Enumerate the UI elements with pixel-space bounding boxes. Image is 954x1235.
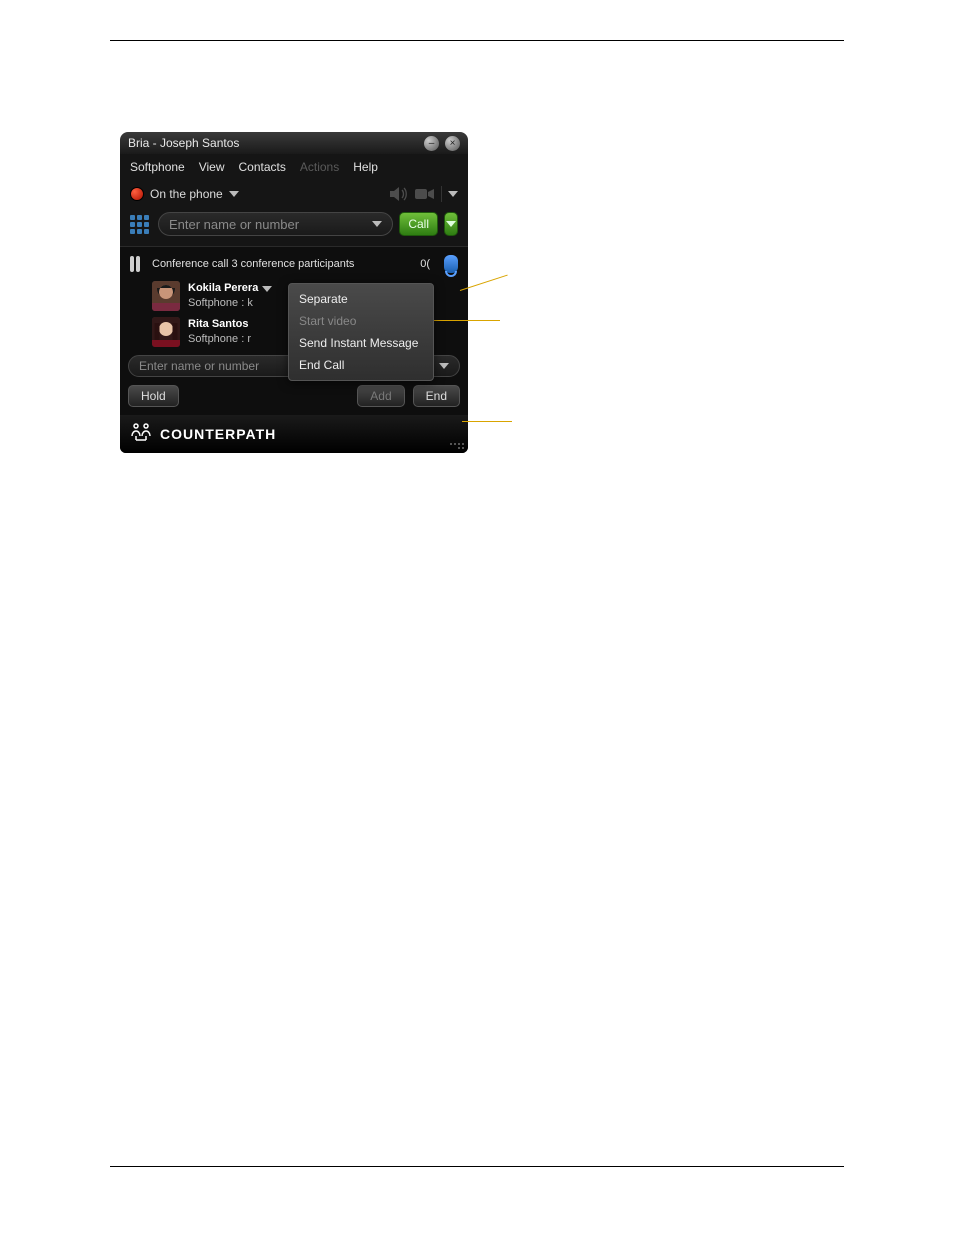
- participant-name: Rita Santos: [188, 317, 249, 332]
- callout-line: [430, 320, 500, 321]
- page-rule-bottom: [110, 1166, 844, 1167]
- add-input-placeholder: Enter name or number: [139, 359, 259, 373]
- resize-grip-icon[interactable]: [450, 435, 464, 449]
- status-row: On the phone: [120, 180, 468, 212]
- avatar: [152, 317, 180, 347]
- participant-menu-icon[interactable]: [262, 286, 272, 292]
- microphone-icon[interactable]: [444, 255, 458, 273]
- presence-text: On the phone: [150, 187, 223, 201]
- call-button[interactable]: Call: [399, 212, 438, 236]
- menubar: Softphone View Contacts Actions Help: [120, 154, 468, 180]
- menu-contacts[interactable]: Contacts: [239, 160, 286, 174]
- menu-item-send-im[interactable]: Send Instant Message: [289, 332, 433, 354]
- close-button[interactable]: ×: [445, 136, 460, 151]
- menu-item-end-call[interactable]: End Call: [289, 354, 433, 376]
- end-label: End: [426, 389, 447, 403]
- brand-icon: [130, 422, 152, 447]
- video-icon[interactable]: [415, 187, 435, 201]
- conference-timer: 0(: [420, 258, 430, 270]
- add-button: Add: [357, 385, 404, 407]
- call-button-label: Call: [408, 217, 429, 231]
- dial-dropdown-icon[interactable]: [372, 221, 382, 227]
- separator: [441, 186, 442, 202]
- participant-sub: Softphone : k: [188, 296, 272, 311]
- hold-label: Hold: [141, 389, 166, 403]
- presence-orb-icon: [130, 187, 144, 201]
- audio-video-dropdown-icon[interactable]: [448, 191, 458, 197]
- menu-view[interactable]: View: [199, 160, 225, 174]
- menu-actions: Actions: [300, 160, 339, 174]
- conference-panel: Conference call 3 conference participant…: [120, 246, 468, 415]
- dialpad-icon[interactable]: [130, 215, 152, 234]
- participant-context-menu: Separate Start video Send Instant Messag…: [288, 283, 434, 381]
- presence-dropdown-icon[interactable]: [229, 191, 239, 197]
- participant-name: Kokila Perera: [188, 281, 258, 296]
- call-button-dropdown[interactable]: [444, 212, 458, 236]
- add-dropdown-icon[interactable]: [439, 363, 449, 369]
- dial-input-placeholder: Enter name or number: [169, 217, 299, 232]
- callout-line: [462, 421, 512, 422]
- chevron-down-icon: [446, 221, 456, 227]
- footer: COUNTERPATH: [120, 415, 468, 453]
- participant-sub: Softphone : r: [188, 332, 251, 347]
- end-button[interactable]: End: [413, 385, 460, 407]
- conference-header: Conference call 3 conference participant…: [128, 253, 460, 279]
- page-rule-top: [110, 40, 844, 41]
- menu-item-start-video: Start video: [289, 310, 433, 332]
- dial-row: Enter name or number Call: [120, 212, 468, 246]
- menu-help[interactable]: Help: [353, 160, 378, 174]
- brand-name: COUNTERPATH: [160, 426, 276, 442]
- app-window: Bria - Joseph Santos – × Softphone View …: [120, 132, 468, 453]
- avatar: [152, 281, 180, 311]
- call-actions: Hold Add End: [128, 377, 460, 407]
- dial-input[interactable]: Enter name or number: [158, 212, 393, 236]
- menu-softphone[interactable]: Softphone: [130, 160, 185, 174]
- conference-header-text: Conference call 3 conference participant…: [152, 258, 354, 270]
- menu-item-separate[interactable]: Separate: [289, 288, 433, 310]
- titlebar[interactable]: Bria - Joseph Santos – ×: [120, 132, 468, 154]
- hold-button[interactable]: Hold: [128, 385, 179, 407]
- conference-icon: [130, 256, 144, 272]
- window-title: Bria - Joseph Santos: [128, 136, 239, 150]
- minimize-button[interactable]: –: [424, 136, 439, 151]
- add-label: Add: [370, 389, 391, 403]
- speaker-icon[interactable]: [389, 187, 409, 201]
